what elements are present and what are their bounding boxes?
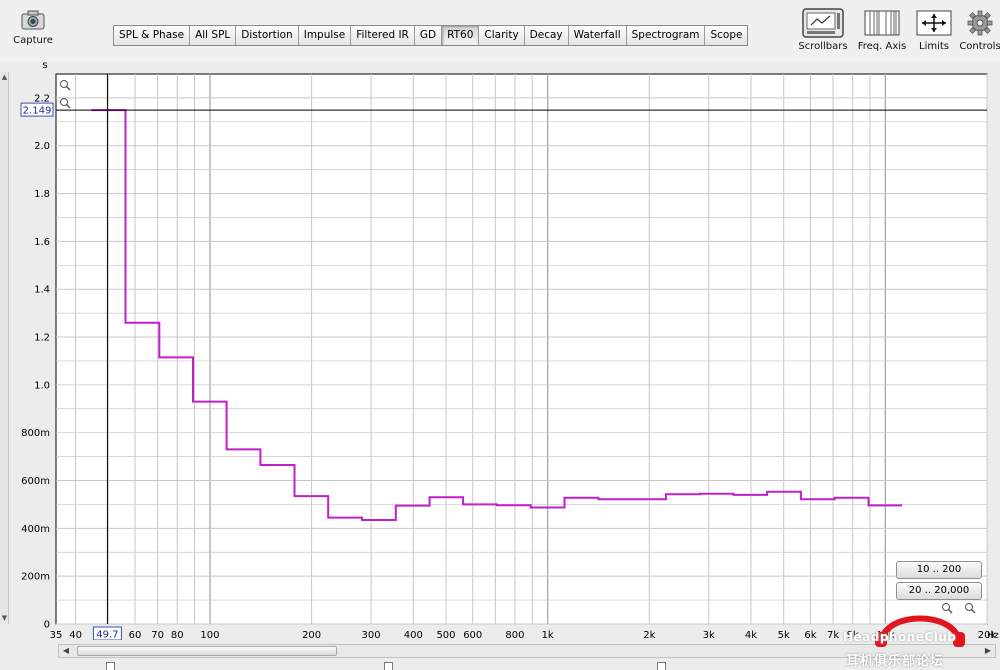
- limits-arrows-icon: [916, 10, 952, 36]
- x-tick-label: 80: [171, 630, 184, 640]
- y-tick-label: 200m: [21, 572, 50, 583]
- y-tick-label: 800m: [21, 428, 50, 439]
- scrollbars-button[interactable]: Scrollbars: [797, 8, 849, 52]
- y-tick-label: 1.6: [34, 237, 50, 248]
- watermark-text-chinese: 耳机俱乐部论坛: [846, 654, 945, 669]
- x-tick-label: 100: [200, 630, 219, 640]
- tab-spl-phase[interactable]: SPL & Phase: [114, 26, 191, 45]
- limits-button[interactable]: Limits: [912, 8, 956, 52]
- tab-impulse[interactable]: Impulse: [298, 26, 352, 45]
- tab-distortion[interactable]: Distortion: [236, 26, 299, 45]
- x-tick-label: 800: [505, 630, 524, 640]
- x-tick-label: 3k: [703, 630, 715, 640]
- rt60-chart[interactable]: 0200m400m600m800m1.01.21.41.61.82.02.2s3…: [0, 58, 1000, 641]
- controls-button[interactable]: Controls: [958, 8, 1000, 52]
- toolbar: Capture SPL & Phase All SPL Distortion Impu…: [0, 0, 1000, 62]
- x-tick-label: 70: [151, 630, 164, 640]
- x-tick-label: 7k: [827, 630, 839, 640]
- watermark: HeadphoneClub 耳机俱乐部论坛: [843, 604, 1000, 670]
- tab-rt60[interactable]: RT60: [442, 26, 480, 45]
- x-tick-label: 6k: [804, 630, 816, 640]
- scrollbars-icon: [802, 8, 844, 38]
- x-tick-label: 200: [302, 630, 321, 640]
- y-tick-label: 400m: [21, 524, 50, 535]
- x-tick-label: 1k: [542, 630, 554, 640]
- y-tick-label: 1.0: [34, 380, 50, 391]
- scroll-left-arrow-icon[interactable]: ◀: [59, 645, 73, 657]
- range-20-20000-button[interactable]: 20 .. 20,000: [896, 582, 982, 600]
- tab-scope[interactable]: Scope: [705, 26, 748, 45]
- x-tick-label: 2k: [643, 630, 655, 640]
- range-10-200-button[interactable]: 10 .. 200: [896, 561, 982, 579]
- bottom-checkbox[interactable]: [106, 662, 115, 670]
- freq-axis-label: Freq. Axis: [857, 41, 907, 52]
- x-tick-label: 300: [362, 630, 381, 640]
- plot-area[interactable]: [55, 73, 988, 625]
- y-tick-label: 600m: [21, 476, 50, 487]
- watermark-text: HeadphoneClub: [843, 630, 957, 644]
- camera-icon: [21, 10, 45, 30]
- x-tick-label: 4k: [745, 630, 757, 640]
- capture-button[interactable]: Capture: [12, 8, 54, 46]
- capture-label: Capture: [13, 35, 53, 46]
- freq-axis-button[interactable]: Freq. Axis: [856, 8, 908, 52]
- y-axis-label: s: [42, 60, 47, 71]
- zoom-in-y-icon[interactable]: [60, 80, 68, 88]
- tab-filtered-ir[interactable]: Filtered IR: [351, 26, 415, 45]
- gear-icon: [967, 10, 993, 36]
- tab-waterfall[interactable]: Waterfall: [568, 26, 627, 45]
- cursor-y-value: 2.149: [23, 106, 52, 117]
- y-tick-label: 1.8: [34, 189, 50, 200]
- controls-label: Controls: [959, 41, 1000, 52]
- graph-tabs: SPL & Phase All SPL Distortion Impulse Filte…: [113, 25, 749, 46]
- tab-gd[interactable]: GD: [414, 26, 443, 45]
- rew-window: Capture SPL & Phase All SPL Distortion Impu…: [0, 0, 1000, 670]
- y-tick-label: 1.4: [34, 285, 50, 296]
- rt60-plot[interactable]: 0 200m 400m 600m 800m 1.0 1.2 1.4 1.6 1.8 2.0 2.2 s 3…: [0, 58, 1000, 641]
- tab-decay[interactable]: Decay: [524, 26, 569, 45]
- cursor-x-value: 49.7: [96, 630, 118, 641]
- x-tick-label: 400: [404, 630, 423, 640]
- x-tick-label: 5k: [778, 630, 790, 640]
- bottom-checkbox[interactable]: [384, 662, 393, 670]
- zoom-out-y-icon[interactable]: [60, 98, 68, 106]
- tab-spectrogram[interactable]: Spectrogram: [626, 26, 706, 45]
- log-axis-icon: [864, 10, 900, 36]
- x-tick-label: 600: [463, 630, 482, 640]
- x-tick-label: 500: [436, 630, 455, 640]
- limits-label: Limits: [919, 41, 949, 52]
- x-tick-label: 35: [50, 630, 63, 640]
- y-tick-label: 2.0: [34, 141, 50, 152]
- y-tick-label: 1.2: [34, 333, 50, 344]
- tab-clarity[interactable]: Clarity: [479, 26, 525, 45]
- scrollbars-label: Scrollbars: [798, 41, 848, 52]
- bottom-checkbox[interactable]: [657, 662, 666, 670]
- x-tick-label: 60: [129, 630, 142, 640]
- tab-all-spl[interactable]: All SPL: [190, 26, 237, 45]
- x-tick-label: 40: [69, 630, 82, 640]
- y-tick-label: 0: [44, 620, 50, 631]
- scrollbar-thumb[interactable]: [77, 646, 337, 656]
